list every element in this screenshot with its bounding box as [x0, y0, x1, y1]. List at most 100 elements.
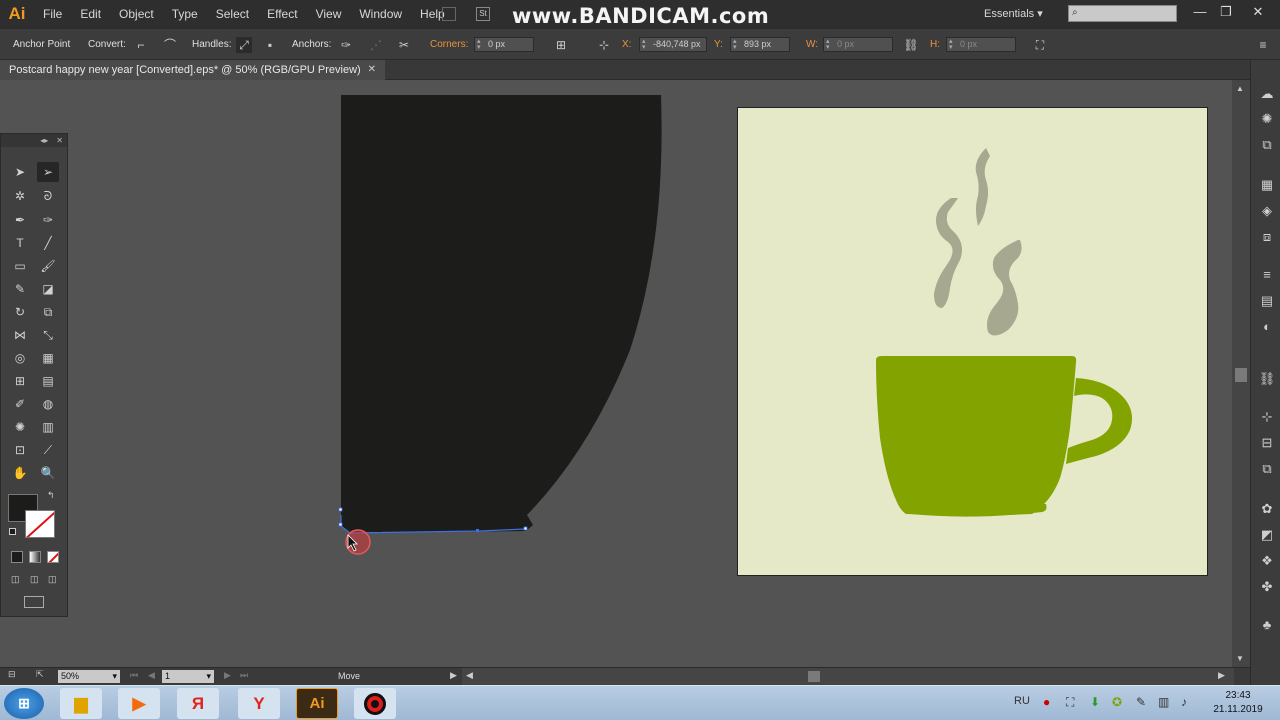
volume-icon[interactable]: ♪	[1181, 695, 1187, 709]
direct-selection-tool-icon[interactable]: ➢	[37, 162, 59, 182]
cc-libraries-icon[interactable]: ☁	[1258, 85, 1276, 103]
x-input[interactable]: ▴ ▾ -840,748 px	[639, 37, 707, 52]
gradient-mode-icon[interactable]	[29, 551, 41, 563]
perspective-grid-tool-icon[interactable]: ▦	[37, 348, 59, 368]
language-indicator[interactable]: RU	[1014, 695, 1030, 707]
appearance-icon[interactable]: ✿	[1258, 500, 1276, 518]
stroke-icon[interactable]: ≡	[1258, 266, 1276, 284]
file-explorer-icon[interactable]: ▆	[60, 688, 102, 719]
pencil-tool-icon[interactable]: ✎	[9, 279, 31, 299]
symbol-sprayer-tool-icon[interactable]: ✺	[9, 417, 31, 437]
scale-tool-icon[interactable]: ⧉	[37, 302, 59, 322]
vertical-scroll-thumb[interactable]	[1235, 368, 1247, 382]
isolate-icon[interactable]: ⛶	[1032, 37, 1048, 53]
h-input[interactable]: ▴ ▾ 0 px	[946, 37, 1016, 52]
club-symbol-icon[interactable]: ♣	[1258, 616, 1276, 634]
paintbrush-tool-icon[interactable]: 🖌	[37, 256, 59, 276]
slice-tool-icon[interactable]: ⟋	[37, 440, 59, 460]
magic-wand-tool-icon[interactable]: ✲	[9, 186, 31, 206]
eraser-tool-icon[interactable]: ◪	[37, 279, 59, 299]
none-mode-icon[interactable]	[47, 551, 59, 563]
convert-corner-icon[interactable]: ⌐	[133, 37, 149, 53]
align-icon[interactable]: ⊞	[553, 37, 569, 53]
links-icon[interactable]: ⛓	[1258, 370, 1276, 388]
artboards-icon[interactable]: ⧈	[1258, 228, 1276, 246]
artboard-number-select[interactable]: 1 ▾	[162, 670, 214, 683]
hide-handles-icon[interactable]: ▪	[262, 37, 278, 53]
column-graph-tool-icon[interactable]: ▥	[37, 417, 59, 437]
menu-effect[interactable]: Effect	[258, 0, 306, 28]
draw-inside-icon[interactable]: ◫	[48, 574, 57, 585]
blend-tool-icon[interactable]: ◍	[37, 394, 59, 414]
cut-path-icon[interactable]: ✂	[396, 37, 412, 53]
default-colors-icon[interactable]	[9, 528, 16, 535]
graphic-styles-icon[interactable]: ◩	[1258, 526, 1276, 544]
scroll-down-icon[interactable]: ▼	[1236, 654, 1244, 663]
bridge-icon[interactable]	[442, 7, 456, 21]
collapse-icon[interactable]: ◂▸	[40, 136, 48, 145]
rotate-tool-icon[interactable]: ↻	[9, 302, 31, 322]
selected-path-shape[interactable]	[330, 90, 675, 560]
menu-object[interactable]: Object	[110, 0, 163, 28]
panel-menu-icon[interactable]: ≡	[1255, 37, 1271, 53]
close-button[interactable]: ✕	[1244, 2, 1272, 22]
search-input[interactable]: ⌕	[1068, 5, 1177, 22]
selection-tool-icon[interactable]: ➤	[9, 162, 31, 182]
menu-window[interactable]: Window	[350, 0, 411, 28]
line-tool-icon[interactable]: ╱	[37, 233, 59, 253]
color-icon[interactable]: ✺	[1258, 110, 1276, 128]
lasso-tool-icon[interactable]: ᘐ	[37, 186, 59, 206]
hand-tool-icon[interactable]: ✋	[9, 463, 31, 483]
tray-app-icon[interactable]: ⛶	[1066, 695, 1074, 710]
record-icon[interactable]: ●	[1043, 695, 1050, 709]
artboard-tool-icon[interactable]: ⊡	[9, 440, 31, 460]
export-icon[interactable]: ⇱	[36, 669, 44, 680]
illustrator-taskbar-icon[interactable]: Ai	[296, 688, 338, 719]
swatches-icon[interactable]: ▦	[1258, 176, 1276, 194]
link-proportions-icon[interactable]: ⛓	[903, 37, 919, 53]
transform-icon[interactable]: ⊹	[1258, 408, 1276, 426]
align-icon[interactable]: ⊟	[1258, 434, 1276, 452]
horizontal-scroll-thumb[interactable]	[808, 671, 820, 682]
width-tool-icon[interactable]: ⋈	[9, 325, 31, 345]
corners-label[interactable]: Corners:	[430, 39, 468, 50]
curvature-tool-icon[interactable]: ✑	[37, 210, 59, 230]
yandex-browser-icon[interactable]: Y	[238, 688, 280, 719]
show-handles-icon[interactable]: ⤢	[236, 37, 252, 53]
scroll-right-icon[interactable]: ▶	[1218, 670, 1225, 681]
prev-artboard-icon[interactable]: ◀	[148, 670, 155, 681]
status-menu-icon[interactable]: ▶	[450, 670, 457, 681]
transparency-icon[interactable]: ◐	[1258, 318, 1276, 336]
brushes-icon[interactable]: ✤	[1258, 578, 1276, 596]
symbols-icon[interactable]: ❖	[1258, 552, 1276, 570]
zoom-tool-icon[interactable]: 🔍	[37, 463, 59, 483]
media-player-icon[interactable]: ▶	[118, 688, 160, 719]
artboard[interactable]	[737, 107, 1208, 576]
rectangle-tool-icon[interactable]: ▭	[9, 256, 31, 276]
type-tool-icon[interactable]: T	[9, 233, 31, 253]
first-artboard-icon[interactable]: ⏮	[130, 670, 138, 681]
y-input[interactable]: ▴ ▾ 893 px	[730, 37, 790, 52]
menu-file[interactable]: File	[34, 0, 71, 28]
workspace-switcher[interactable]: Essentials ▾	[984, 7, 1043, 20]
menu-view[interactable]: View	[307, 0, 351, 28]
dark-shape[interactable]	[341, 95, 662, 533]
menu-select[interactable]: Select	[207, 0, 258, 28]
reference-point-icon[interactable]: ⊹	[596, 37, 612, 53]
next-artboard-icon[interactable]: ▶	[224, 670, 231, 681]
convert-smooth-icon[interactable]: ⌒	[162, 37, 178, 53]
yandex-icon[interactable]: Я	[177, 688, 219, 719]
zoom-select[interactable]: 50% ▾	[58, 670, 120, 683]
tray-tool-icon[interactable]: ✎	[1136, 695, 1146, 709]
anchor-point[interactable]	[338, 522, 343, 527]
corners-input[interactable]: ▴ ▾ 0 px	[474, 37, 534, 52]
vertical-scrollbar[interactable]: ▲ ▼	[1232, 80, 1250, 667]
free-transform-tool-icon[interactable]: ⤡	[37, 325, 59, 345]
close-icon[interactable]: ✕	[56, 136, 63, 145]
pen-tool-icon[interactable]: ✒	[9, 210, 31, 230]
download-icon[interactable]: ⬇	[1090, 695, 1100, 709]
properties-icon[interactable]: ⧉	[1258, 136, 1276, 154]
stock-icon[interactable]: St	[476, 7, 490, 21]
close-icon[interactable]: ✕	[368, 60, 376, 80]
stroke-color-swatch[interactable]	[25, 510, 55, 538]
